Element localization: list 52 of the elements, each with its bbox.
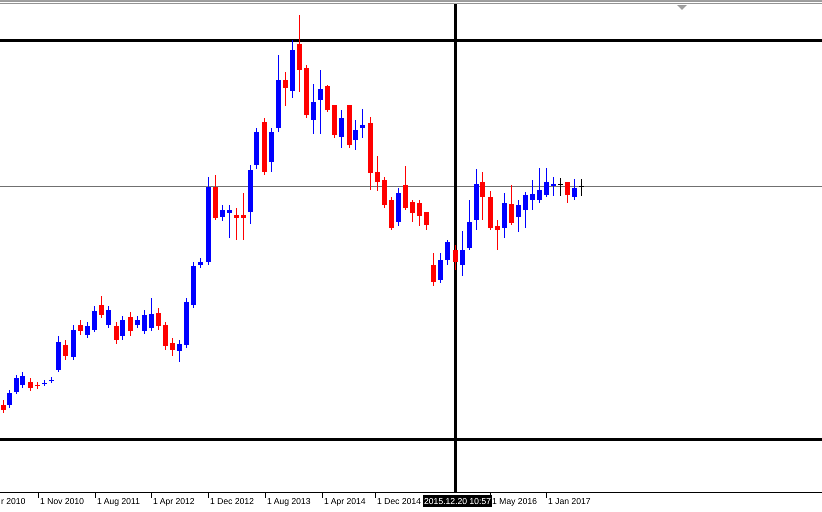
candlestick bbox=[35, 382, 40, 389]
candlestick bbox=[213, 175, 218, 220]
candlestick bbox=[304, 65, 309, 118]
candlestick bbox=[85, 322, 90, 338]
axis-label: 1 Apr 2014 bbox=[323, 495, 366, 507]
candlestick bbox=[142, 310, 147, 334]
candlestick bbox=[71, 325, 76, 360]
candlestick bbox=[403, 166, 408, 210]
candlestick bbox=[135, 316, 140, 328]
candlestick bbox=[417, 200, 422, 226]
candlestick bbox=[537, 168, 542, 203]
candlestick bbox=[389, 197, 394, 230]
candlestick bbox=[28, 378, 33, 391]
candlestick bbox=[149, 298, 154, 331]
axis-label: 1 Jan 2017 bbox=[547, 495, 591, 507]
candlestick bbox=[332, 105, 337, 138]
candlestick bbox=[56, 336, 61, 372]
axis-label: 1 Apr 2012 bbox=[152, 495, 195, 507]
candlestick bbox=[445, 240, 450, 265]
triangle-marker-icon bbox=[677, 5, 687, 10]
candlestick bbox=[198, 258, 203, 268]
candlestick bbox=[262, 118, 267, 175]
candlestick bbox=[191, 262, 196, 308]
candlestick bbox=[467, 200, 472, 250]
candlestick bbox=[184, 298, 189, 348]
candlestick bbox=[572, 179, 577, 200]
candlestick bbox=[99, 296, 104, 318]
candlestick bbox=[565, 182, 570, 203]
candlestick bbox=[42, 380, 47, 386]
candlestick bbox=[410, 200, 415, 222]
crosshair-time-label: 2015.12.20 10:57 bbox=[423, 495, 492, 507]
candlestick bbox=[382, 177, 387, 208]
candlestick bbox=[325, 85, 330, 112]
axis-label: 1 Nov 2010 bbox=[39, 495, 84, 507]
candlestick bbox=[424, 212, 429, 230]
candlestick bbox=[106, 306, 111, 328]
axis-label: 1 Aug 2013 bbox=[266, 495, 310, 507]
candlestick bbox=[163, 322, 168, 350]
candlestick bbox=[290, 40, 295, 98]
axis-label: r 2010 bbox=[0, 495, 26, 507]
candlestick bbox=[488, 191, 493, 230]
candlestick bbox=[396, 188, 401, 226]
candlestick bbox=[509, 185, 514, 225]
candlestick bbox=[49, 377, 54, 383]
candlestick bbox=[438, 253, 443, 283]
candlestick bbox=[523, 192, 528, 228]
candlestick bbox=[544, 168, 549, 197]
candlestick bbox=[92, 306, 97, 332]
axis-label: 1 Dec 2012 bbox=[209, 495, 254, 507]
axis-label: 1 Dec 2014 bbox=[376, 495, 421, 507]
axis-label: 1 Aug 2011 bbox=[96, 495, 140, 507]
axis-label: 1 May 2016 bbox=[491, 495, 537, 507]
